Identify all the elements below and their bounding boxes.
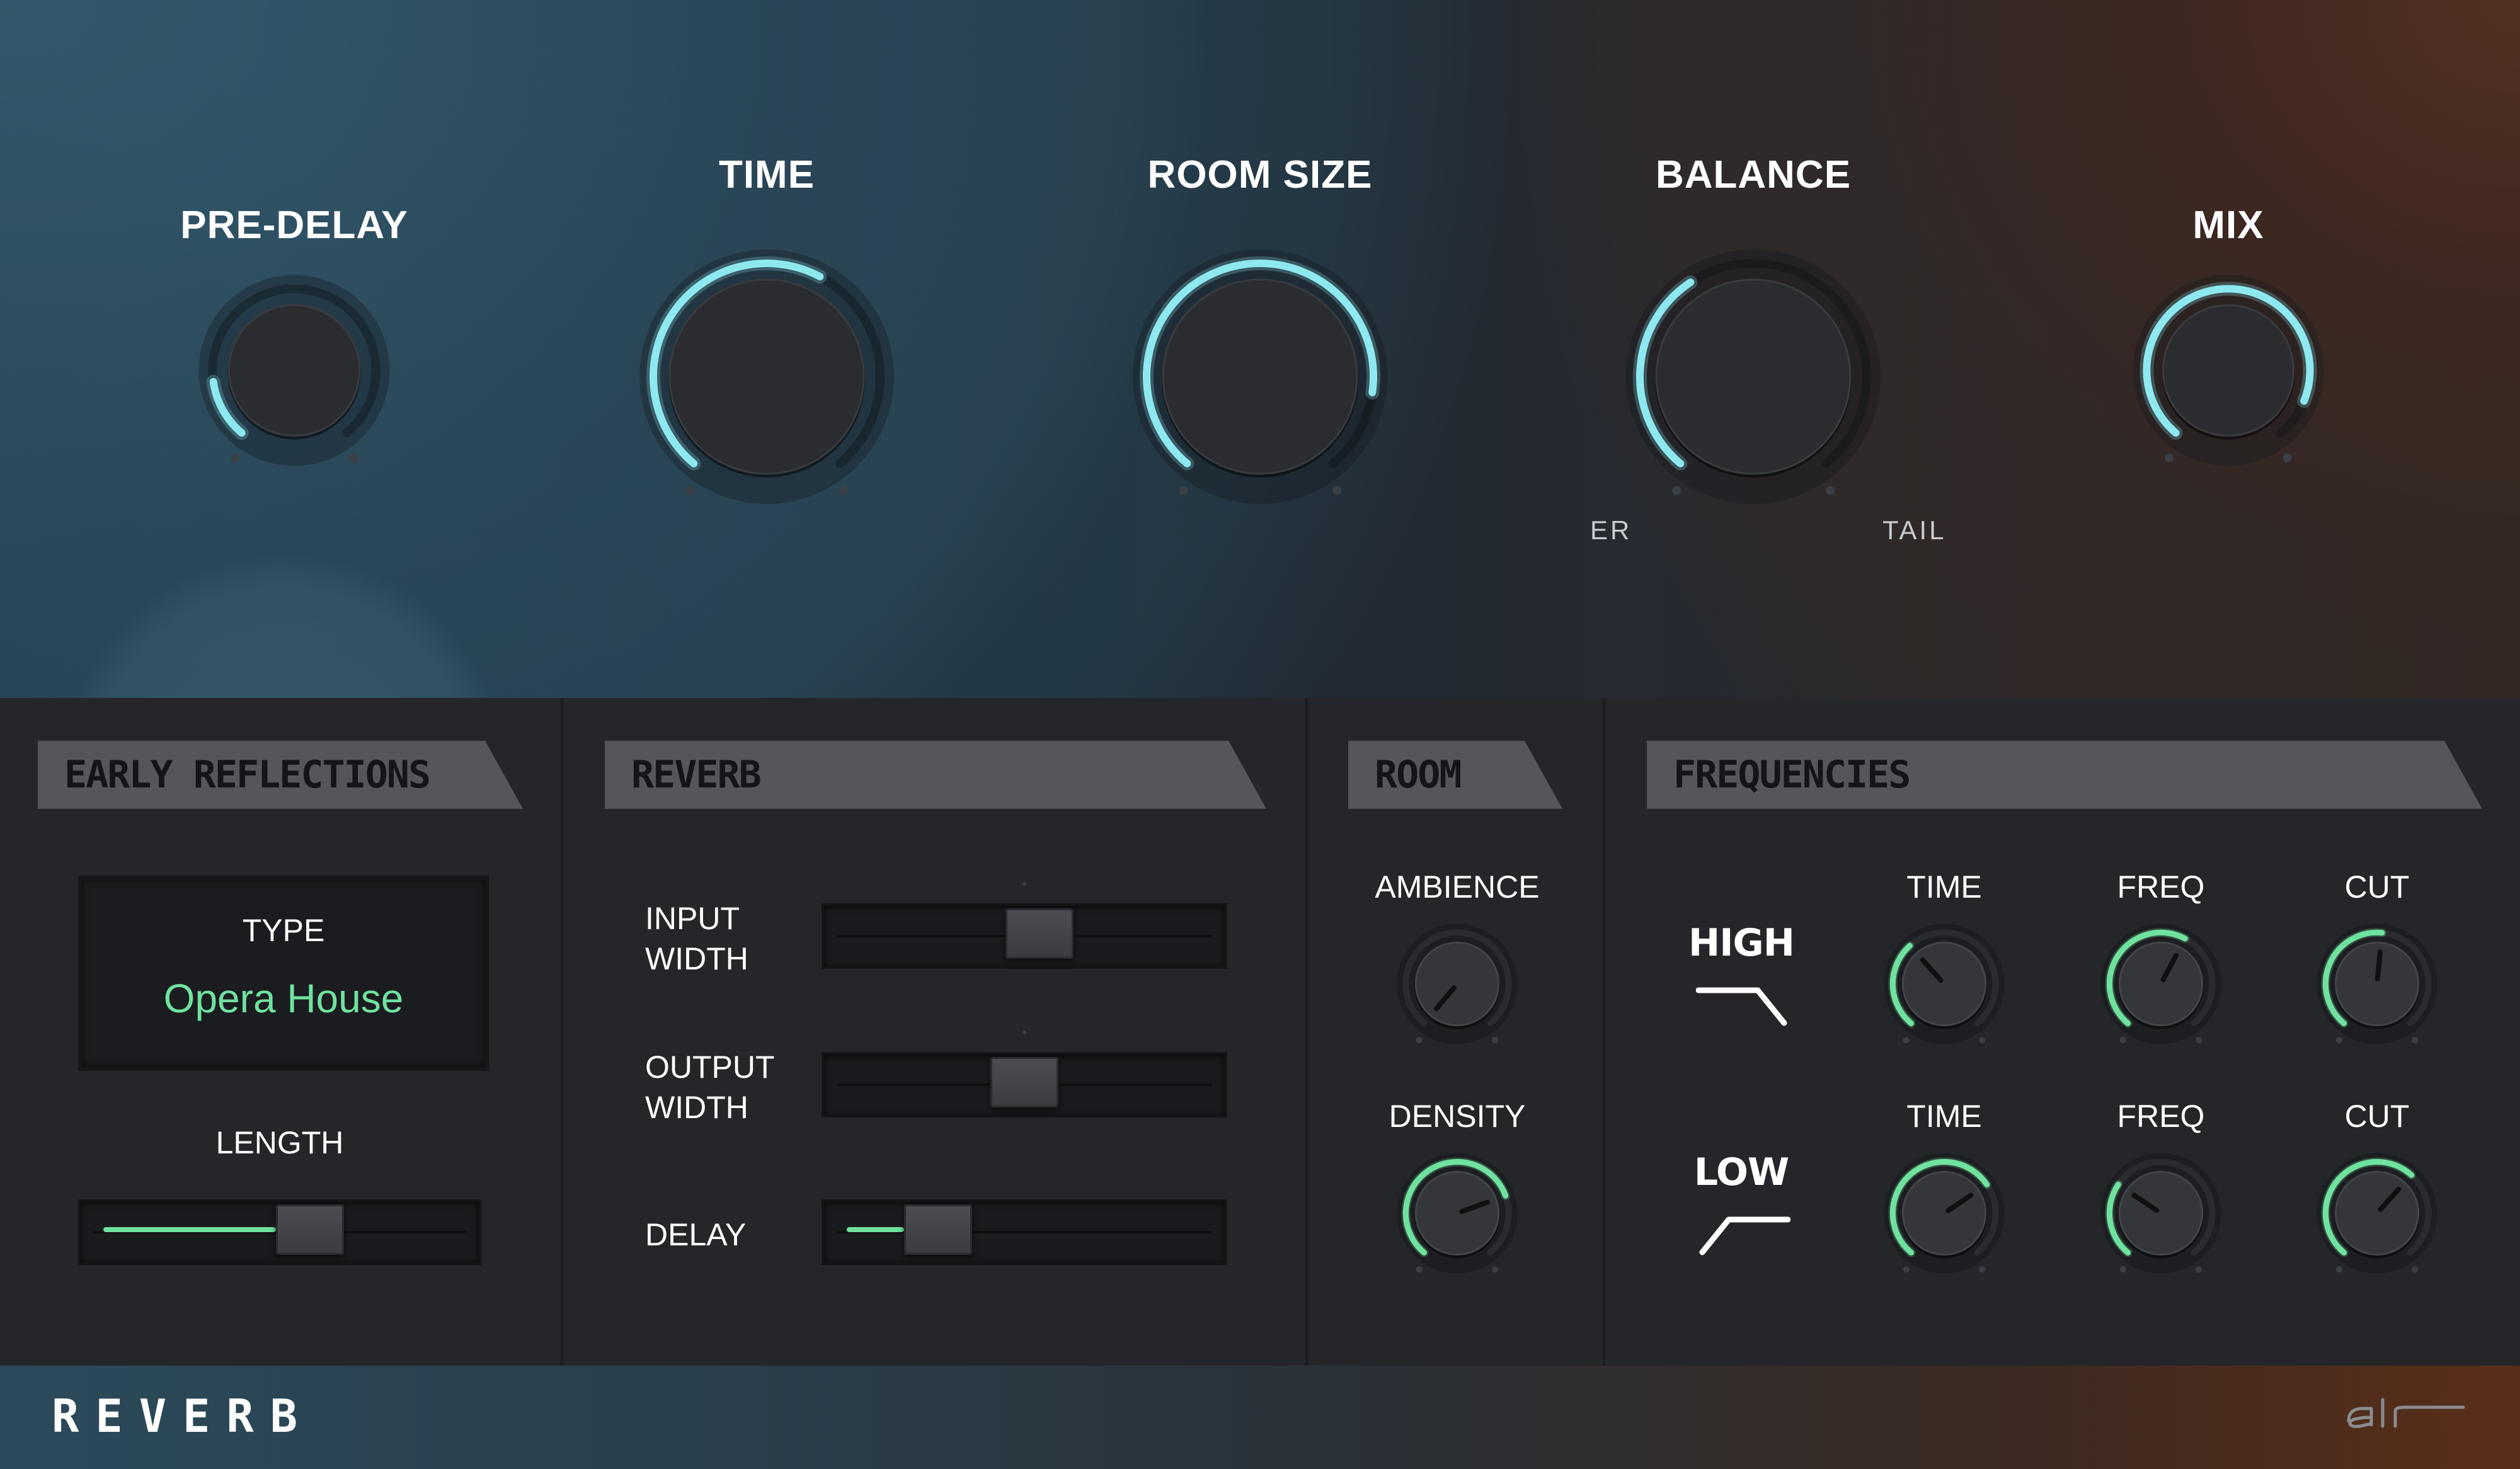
slider-thumb[interactable] <box>1005 908 1074 959</box>
pre-delay-label: PRE-DELAY <box>180 203 408 247</box>
pre-delay-knob[interactable] <box>181 257 408 496</box>
slider-thumb[interactable] <box>276 1204 345 1255</box>
knob-pointer <box>2374 949 2383 982</box>
footer-bar: REVERB <box>0 1366 2520 1469</box>
balance-knob[interactable] <box>1596 219 1911 534</box>
low-freq-label: FREQ <box>2117 1099 2205 1134</box>
input-width-slider[interactable] <box>822 903 1227 969</box>
low-cut-label: CUT <box>2344 1099 2410 1134</box>
er-type-value: Opera House <box>163 976 404 1021</box>
frequencies-header: FREQUENCIES <box>1647 741 2482 809</box>
er-type-label: TYPE <box>242 913 325 948</box>
reverb-header: REVERB <box>605 741 1266 809</box>
output-width-slider[interactable] <box>822 1052 1227 1117</box>
low-freq-knob[interactable] <box>2085 1138 2236 1301</box>
slider-thumb[interactable] <box>904 1204 973 1255</box>
density-knob[interactable] <box>1382 1138 1533 1301</box>
time-label: TIME <box>718 153 815 197</box>
high-time-label: TIME <box>1906 869 1982 905</box>
reverb-plugin-window: PRE-DELAY TIME ROOM SIZE BALANCE MIX ER … <box>0 0 2520 1469</box>
balance-tail-label: TAIL <box>1882 515 1947 545</box>
mix-knob[interactable] <box>2115 257 2342 496</box>
high-freq-label: FREQ <box>2117 869 2205 905</box>
high-time-knob[interactable] <box>1869 908 2020 1072</box>
slider-thumb[interactable] <box>990 1057 1058 1107</box>
low-time-knob[interactable] <box>1869 1138 2020 1301</box>
plugin-title: REVERB <box>52 1390 314 1443</box>
high-label: HIGH <box>1688 921 1795 965</box>
delay-slider[interactable] <box>822 1199 1227 1265</box>
low-cut-shape-icon <box>1699 1216 1790 1255</box>
balance-er-label: ER <box>1590 515 1632 545</box>
high-freq-knob[interactable] <box>2085 908 2236 1072</box>
input-width-label: INPUT WIDTH <box>645 901 748 976</box>
slider-fill <box>847 1227 905 1232</box>
delay-label: DELAY <box>645 1217 747 1252</box>
high-cut-label: CUT <box>2344 869 2410 905</box>
balance-label: BALANCE <box>1655 153 1852 197</box>
room-size-label: ROOM SIZE <box>1147 153 1373 197</box>
high-cut-knob[interactable] <box>2301 908 2453 1072</box>
ambience-knob[interactable] <box>1382 908 1533 1072</box>
low-time-label: TIME <box>1906 1099 1982 1134</box>
er-length-label: LENGTH <box>215 1125 344 1160</box>
low-label: LOW <box>1693 1150 1789 1194</box>
room-size-knob[interactable] <box>1102 219 1418 534</box>
mix-label: MIX <box>2192 203 2264 247</box>
early-reflections-header: EARLY REFLECTIONS <box>38 741 523 809</box>
er-type-display[interactable]: TYPE Opera House <box>78 876 489 1071</box>
density-label: DENSITY <box>1389 1099 1526 1134</box>
high-cut-shape-icon <box>1696 987 1787 1026</box>
air-logo <box>2347 1398 2465 1428</box>
output-width-label: OUTPUT WIDTH <box>645 1049 775 1125</box>
ambience-label: AMBIENCE <box>1375 869 1540 905</box>
slider-fill <box>103 1227 277 1232</box>
er-length-slider[interactable] <box>78 1199 481 1265</box>
time-knob[interactable] <box>609 219 924 534</box>
low-cut-knob[interactable] <box>2301 1138 2453 1301</box>
